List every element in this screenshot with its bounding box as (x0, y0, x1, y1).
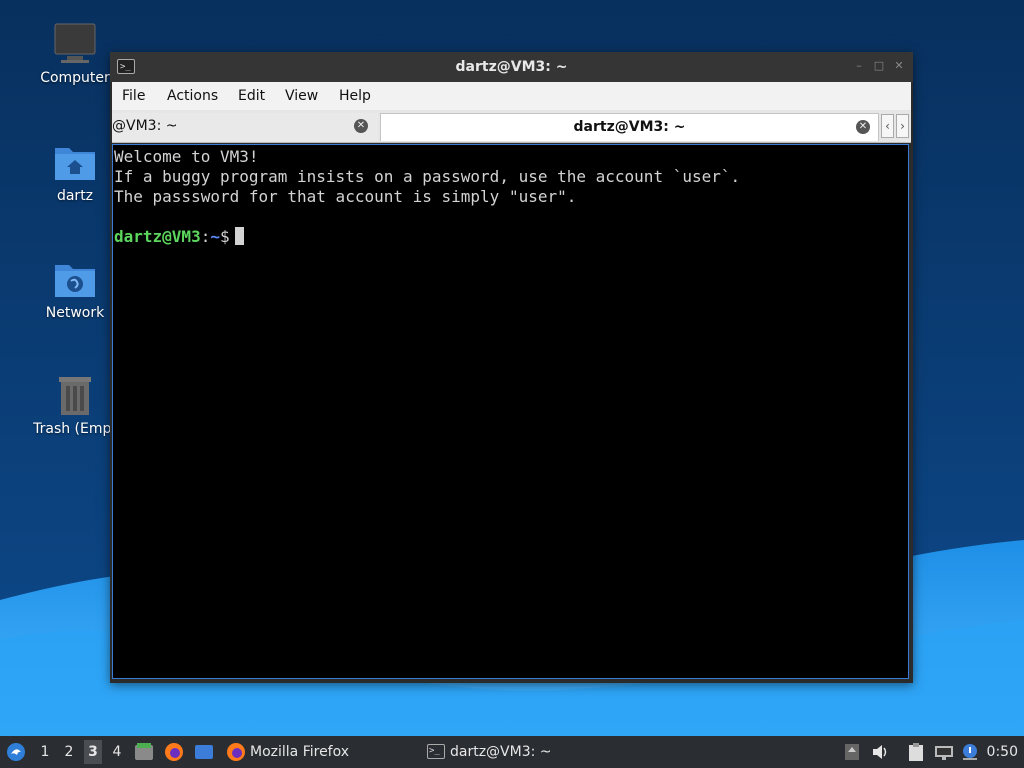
tray-updates-icon[interactable] (842, 742, 862, 762)
tab-bar: @VM3: ~ ✕ dartz@VM3: ~ ✕ ‹ › (112, 110, 911, 143)
desktop-icon-home[interactable]: dartz (30, 140, 120, 204)
menu-view[interactable]: View (285, 88, 318, 104)
menu-bar: File Actions Edit View Help (112, 82, 911, 110)
task-terminal[interactable]: >_ dartz@VM3: ~ (424, 736, 614, 768)
close-icon[interactable]: ✕ (893, 60, 905, 72)
maximize-icon[interactable]: □ (873, 60, 885, 72)
network-folder-icon (53, 257, 97, 301)
desktop-icon-label: Network (45, 305, 105, 321)
computer-icon (53, 22, 97, 66)
terminal-icon: >_ (427, 744, 445, 759)
desktop-icon-label: Computer (40, 70, 110, 86)
desktop-icon-trash[interactable]: Trash (Empt (30, 373, 120, 437)
volume-icon[interactable] (870, 742, 890, 762)
prompt-user: dartz@VM3 (114, 227, 201, 246)
prompt-directory: ~ (210, 227, 220, 246)
tab-scroll-left-icon[interactable]: ‹ (881, 114, 894, 138)
menu-help[interactable]: Help (339, 88, 371, 104)
prompt-separator: : (200, 227, 211, 246)
firefox-icon (226, 742, 246, 762)
tab-active[interactable]: dartz@VM3: ~ ✕ (380, 113, 879, 141)
desktop-icon-computer[interactable]: Computer (30, 22, 120, 86)
terminal-console[interactable]: Welcome to VM3! If a buggy program insis… (112, 144, 909, 679)
tab-close-icon[interactable]: ✕ (856, 120, 870, 134)
text-cursor (234, 227, 244, 245)
app-menu-icon[interactable] (6, 742, 26, 762)
firefox-launcher-icon[interactable] (164, 742, 184, 762)
tab-scroll-right-icon[interactable]: › (896, 114, 909, 138)
workspace-4[interactable]: 4 (108, 744, 126, 760)
desktop-icon-label: Trash (Empt (33, 421, 117, 437)
trash-icon (53, 373, 97, 417)
notification-icon[interactable] (960, 742, 980, 762)
tab-label: dartz@VM3: ~ (573, 119, 686, 135)
desktop: Computer dartz Network Trash (Empt >_ da… (0, 0, 1024, 736)
terminal-line: Welcome to VM3! (114, 147, 259, 166)
terminal-window[interactable]: >_ dartz@VM3: ~ – □ ✕ File Actions Edit … (110, 52, 913, 683)
show-desktop-icon[interactable] (194, 742, 214, 762)
menu-edit[interactable]: Edit (238, 88, 265, 104)
clipboard-icon[interactable] (906, 742, 926, 762)
workspace-1[interactable]: 1 (36, 744, 54, 760)
title-bar[interactable]: >_ dartz@VM3: ~ – □ ✕ (110, 52, 913, 82)
clock[interactable]: 0:50 (987, 744, 1018, 760)
window-title: dartz@VM3: ~ (455, 59, 568, 75)
terminal-line: If a buggy program insists on a password… (114, 167, 741, 186)
task-firefox[interactable]: Mozilla Firefox (224, 736, 414, 768)
network-icon[interactable] (934, 742, 954, 762)
minimize-icon[interactable]: – (853, 60, 865, 72)
terminal-prompt: dartz@VM3:~$ (114, 227, 908, 247)
tab-label: @VM3: ~ (112, 118, 178, 134)
tab-inactive[interactable]: @VM3: ~ ✕ (112, 113, 378, 141)
task-label: dartz@VM3: ~ (450, 744, 552, 760)
taskbar: 1 2 3 4 Mozilla Firefox >_ dartz@VM3: ~ … (0, 736, 1024, 768)
home-folder-icon (53, 140, 97, 184)
prompt-symbol: $ (219, 227, 230, 246)
desktop-icon-label: dartz (56, 188, 94, 204)
workspace-2[interactable]: 2 (60, 744, 78, 760)
menu-actions[interactable]: Actions (167, 88, 218, 104)
desktop-icon-network[interactable]: Network (30, 257, 120, 321)
workspace-3[interactable]: 3 (84, 740, 102, 764)
file-manager-icon[interactable] (134, 742, 154, 762)
terminal-line: The passsword for that account is simply… (114, 187, 577, 206)
menu-file[interactable]: File (122, 88, 145, 104)
tab-close-icon[interactable]: ✕ (354, 119, 368, 133)
task-label: Mozilla Firefox (250, 744, 350, 760)
